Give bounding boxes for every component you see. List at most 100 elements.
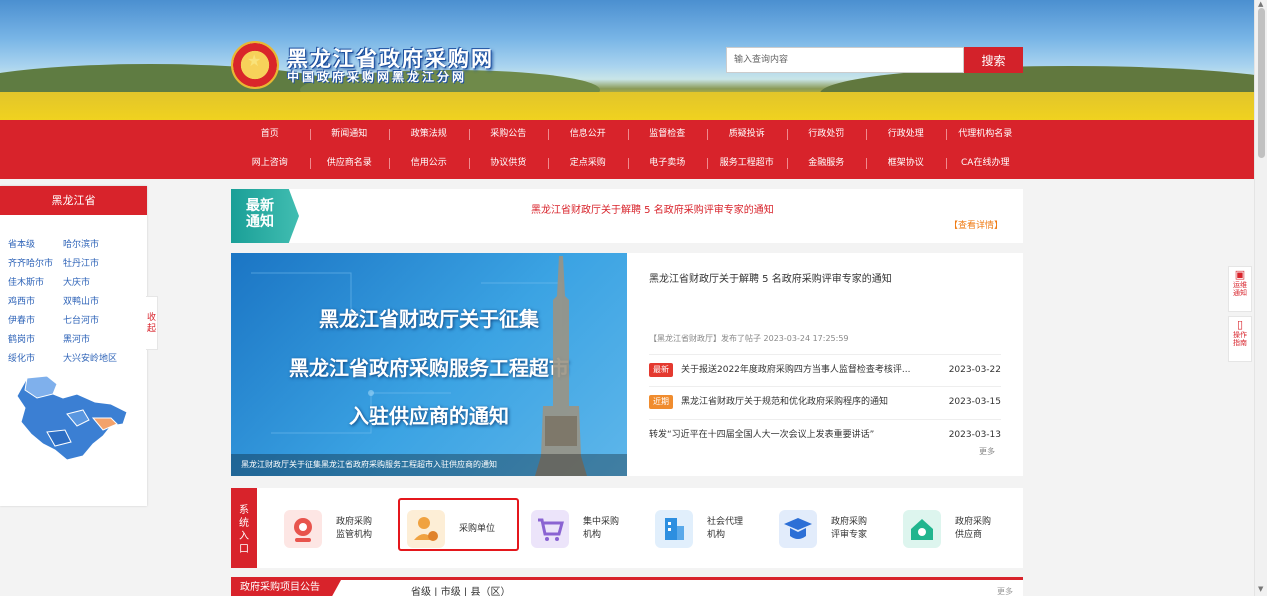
entry-line-1: 政府采购 <box>955 517 992 527</box>
nav-service-market[interactable]: 服务工程超市 <box>707 149 787 178</box>
region-link[interactable]: 绥化市 <box>8 351 63 364</box>
monitor-icon <box>284 510 322 548</box>
region-link[interactable]: 鹤岗市 <box>8 332 63 345</box>
list-item-text: 黑龙江省财政厅关于规范和优化政府采购程序的通知 <box>681 397 889 407</box>
entry-label: 系统入口 <box>231 488 257 568</box>
list-item-date: 2023-03-22 <box>948 365 1001 375</box>
list-item-text: 转发“习近平在十四届全国人大一次会议上发表重要讲话” <box>649 430 875 440</box>
nav-framework[interactable]: 框架协议 <box>866 149 946 178</box>
region-link[interactable]: 牡丹江市 <box>63 256 138 269</box>
entry-agency[interactable]: 社会代理 机构 <box>655 500 743 558</box>
nav-fixed-purchase[interactable]: 定点采购 <box>548 149 628 178</box>
list-item-date: 2023-03-15 <box>948 397 1001 407</box>
nav-home[interactable]: 首页 <box>230 120 310 149</box>
graduate-icon <box>779 510 817 548</box>
region-link[interactable]: 鸡西市 <box>8 294 63 307</box>
region-link[interactable]: 双鸭山市 <box>63 294 138 307</box>
region-link[interactable]: 哈尔滨市 <box>63 237 138 250</box>
guide-button[interactable]: ▯ 操作 指南 <box>1228 316 1252 362</box>
headline-meta: 【黑龙江省财政厅】发布了帖子 2023-03-24 17:25:59 <box>649 334 849 343</box>
region-collapse-button[interactable]: 收起 <box>146 296 158 350</box>
nav-ca-online[interactable]: CA在线办理 <box>945 149 1026 178</box>
region-link[interactable]: 省本级 <box>8 237 63 250</box>
headline-title[interactable]: 黑龙江省财政厅关于解聘 5 名政府采购评审专家的通知 <box>649 270 892 285</box>
region-link[interactable]: 七台河市 <box>63 313 138 326</box>
bell-icon: ▣ <box>1234 268 1246 281</box>
notice-more-link[interactable]: 【查看详情】 <box>949 218 1003 231</box>
nav-finance[interactable]: 金融服务 <box>786 149 867 178</box>
entry-line-2: 监管机构 <box>336 530 373 540</box>
region-link[interactable]: 伊春市 <box>8 313 63 326</box>
ops-notice-label: 运维 通知 <box>1233 281 1247 297</box>
region-list: 省本级 哈尔滨市 齐齐哈尔市 牡丹江市 佳木斯市 大庆市 鸡西市 双鸭山市 伊春… <box>8 237 138 364</box>
highlight-box <box>398 498 519 551</box>
national-emblem-icon: ★ <box>231 41 279 89</box>
nav-row-2: 网上咨询 供应商名录 信用公示 协议供货 定点采购 电子卖场 服务工程超市 金融… <box>230 149 1025 178</box>
entry-supervision[interactable]: 政府采购 监管机构 <box>284 500 372 558</box>
nav-complaints[interactable]: 质疑投诉 <box>707 120 787 149</box>
entry-central-procurement[interactable]: 集中采购 机构 <box>531 500 619 558</box>
nav-consult[interactable]: 网上咨询 <box>230 149 310 178</box>
cart-icon <box>531 510 569 548</box>
entry-line-1: 集中采购 <box>583 517 620 527</box>
nav-agency-list[interactable]: 代理机构名录 <box>945 120 1026 149</box>
nav-info-disclosure[interactable]: 信息公开 <box>548 120 628 149</box>
monument-image <box>535 256 587 476</box>
main-nav: 首页 新闻通知 政策法规 采购公告 信息公开 监督检查 质疑投诉 行政处罚 行政… <box>0 120 1254 179</box>
nav-announcements[interactable]: 采购公告 <box>468 120 549 149</box>
project-level-tabs[interactable]: 省级 | 市级 | 县（区） <box>411 583 510 596</box>
search-input[interactable] <box>726 47 964 73</box>
system-entry-panel: 系统入口 政府采购 监管机构 采购单位 集中采购 机构 社会代理 机构 政府采购 评审专… <box>231 488 1023 568</box>
scroll-up-icon[interactable]: ▲ <box>1258 0 1263 8</box>
entry-line-2: 供应商 <box>955 530 983 540</box>
book-icon: ▯ <box>1236 318 1244 331</box>
nav-supplier-list[interactable]: 供应商名录 <box>309 149 390 178</box>
guide-label: 操作 指南 <box>1233 331 1247 347</box>
entry-line-2: 机构 <box>583 530 602 540</box>
scrollbar-thumb[interactable] <box>1258 8 1265 158</box>
entry-line-2: 评审专家 <box>831 530 868 540</box>
notice-badge: 最新 通知 <box>231 189 299 243</box>
project-section-title: 政府采购项目公告 <box>231 580 341 596</box>
home-icon <box>903 510 941 548</box>
list-item[interactable]: 近期 黑龙江省财政厅关于规范和优化政府采购程序的通知 2023-03-15 <box>649 386 1001 416</box>
nav-e-mall[interactable]: 电子卖场 <box>627 149 708 178</box>
search-button[interactable]: 搜索 <box>964 47 1023 73</box>
floating-toolbar: ▣ 运维 通知 ▯ 操作 指南 <box>1228 266 1252 366</box>
nav-supervision[interactable]: 监督检查 <box>627 120 708 149</box>
ops-notice-button[interactable]: ▣ 运维 通知 <box>1228 266 1252 312</box>
nav-policy[interactable]: 政策法规 <box>389 120 469 149</box>
region-link[interactable]: 齐齐哈尔市 <box>8 256 63 269</box>
nav-handling[interactable]: 行政处理 <box>866 120 946 149</box>
entry-line-1: 社会代理 <box>707 517 744 527</box>
building-icon <box>655 510 693 548</box>
nav-penalties[interactable]: 行政处罚 <box>786 120 867 149</box>
region-link[interactable]: 大兴安岭地区 <box>63 351 138 364</box>
project-announcements: 政府采购项目公告 省级 | 市级 | 县（区） 更多 <box>231 577 1023 596</box>
headlines-panel: 黑龙江省财政厅关于解聘 5 名政府采购评审专家的通知 【黑龙江省财政厅】发布了帖… <box>627 253 1023 476</box>
entry-line-1: 政府采购 <box>831 517 868 527</box>
entry-line-1: 政府采购 <box>336 517 373 527</box>
region-title: 黑龙江省 <box>0 186 147 215</box>
region-link[interactable]: 大庆市 <box>63 275 138 288</box>
nav-credit[interactable]: 信用公示 <box>389 149 469 178</box>
region-link[interactable]: 黑河市 <box>63 332 138 345</box>
hero-caption[interactable]: 黑龙江财政厅关于征集黑龙江省政府采购服务工程超市入驻供应商的通知 <box>231 454 627 476</box>
list-item[interactable]: 转发“习近平在十四届全国人大一次会议上发表重要讲话” 2023-03-13 <box>649 419 1001 449</box>
page-scrollbar[interactable]: ▲ ▼ <box>1254 0 1267 596</box>
province-map[interactable] <box>7 374 137 470</box>
project-more-link[interactable]: 更多 <box>997 586 1013 596</box>
tag-new-badge: 最新 <box>649 363 673 377</box>
region-link[interactable]: 佳木斯市 <box>8 275 63 288</box>
list-item[interactable]: 最新 关于报送2022年度政府采购四方当事人监督检查考核评... 2023-03-… <box>649 354 1001 384</box>
nav-news[interactable]: 新闻通知 <box>309 120 390 149</box>
news-more-link[interactable]: 更多 <box>979 446 995 457</box>
nav-agreement-supply[interactable]: 协议供货 <box>468 149 549 178</box>
entry-expert[interactable]: 政府采购 评审专家 <box>779 500 867 558</box>
site-subtitle: 中国政府采购网黑龙江分网 <box>287 70 468 84</box>
scroll-down-icon[interactable]: ▼ <box>1258 585 1263 593</box>
list-item-text: 关于报送2022年度政府采购四方当事人监督检查考核评... <box>681 365 911 375</box>
notice-link[interactable]: 黑龙江省财政厅关于解聘 5 名政府采购评审专家的通知 <box>531 201 774 216</box>
latest-notice-bar: 最新 通知 黑龙江省财政厅关于解聘 5 名政府采购评审专家的通知 【查看详情】 <box>231 189 1023 243</box>
entry-supplier[interactable]: 政府采购 供应商 <box>903 500 991 558</box>
